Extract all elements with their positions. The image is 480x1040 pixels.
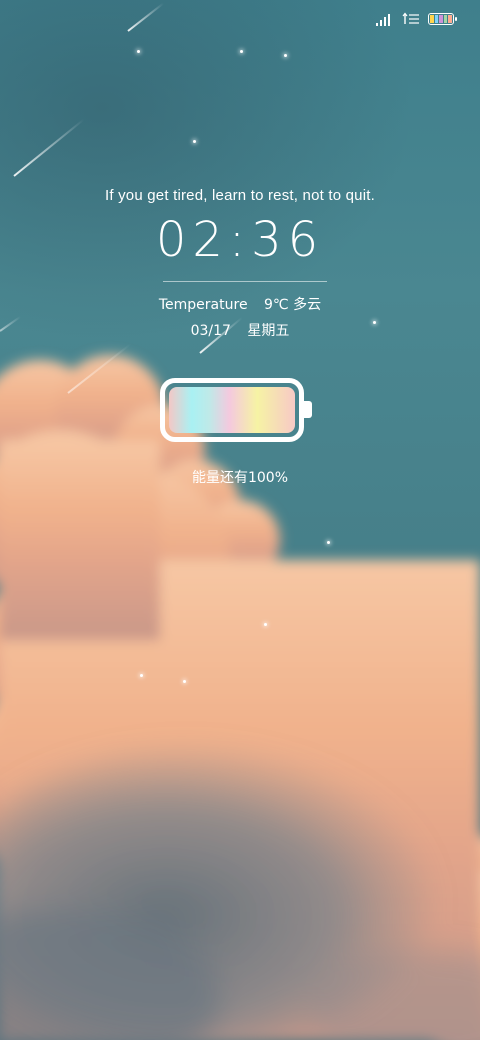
star xyxy=(140,674,143,677)
star xyxy=(183,680,186,683)
date-text: 03/17 xyxy=(190,323,231,339)
star xyxy=(284,54,287,57)
weather-row: Temperature 9℃ 多云 xyxy=(0,294,480,314)
lock-screen: If you get tired, learn to rest, not to … xyxy=(0,0,480,1040)
network-arrows-icon xyxy=(402,12,419,24)
battery-segment xyxy=(439,15,443,23)
divider xyxy=(163,281,327,282)
battery-fill xyxy=(169,387,295,433)
battery-segment xyxy=(448,15,452,23)
cloud-illustration xyxy=(0,355,480,1040)
signal-bars-icon xyxy=(376,12,394,26)
motto-text: If you get tired, learn to rest, not to … xyxy=(105,187,375,204)
temperature-value: 9℃ 多云 xyxy=(264,297,322,313)
battery-icon xyxy=(428,13,457,25)
energy-text: 能量还有100% xyxy=(191,470,289,486)
clock-time: 02:36 xyxy=(155,212,325,268)
battery-segment xyxy=(434,15,439,23)
star xyxy=(240,50,243,53)
star xyxy=(137,50,140,53)
temperature-label: Temperature xyxy=(158,297,248,313)
battery-segment xyxy=(430,15,434,23)
status-bar xyxy=(376,12,457,26)
gradient-battery-icon xyxy=(160,378,312,442)
battery-cap xyxy=(304,401,312,418)
star xyxy=(264,623,267,626)
star xyxy=(193,140,196,143)
date-row: 03/17 星期五 xyxy=(0,320,480,340)
weekday-text: 星期五 xyxy=(247,323,290,339)
star xyxy=(327,541,330,544)
battery-segment xyxy=(443,15,448,23)
